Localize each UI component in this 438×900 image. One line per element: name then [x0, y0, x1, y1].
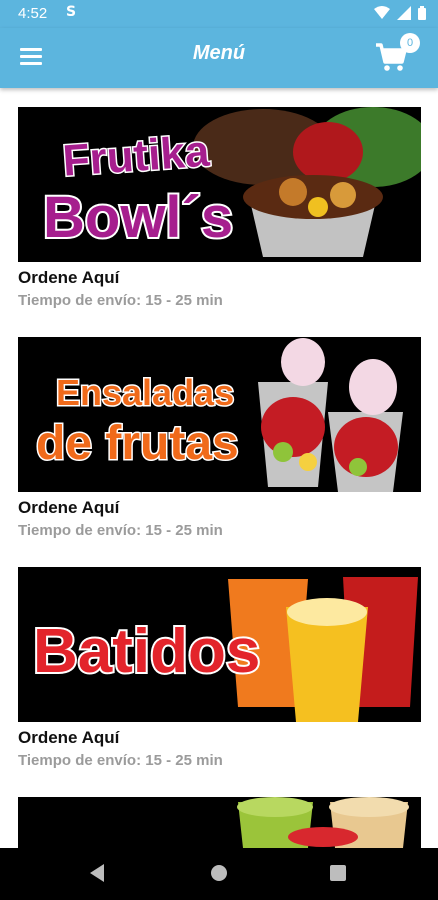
salads-title-line1: Ensaladas: [56, 372, 234, 413]
banner-bowls[interactable]: Frutika Bowl´s: [18, 107, 421, 262]
system-navigation-bar: [0, 848, 438, 900]
item-delivery-time: Tiempo de envío: 15 - 25 min: [18, 752, 223, 769]
recent-apps-icon[interactable]: [330, 865, 346, 881]
item-delivery-time: Tiempo de envío: 15 - 25 min: [18, 292, 223, 309]
status-time: 4:52: [18, 5, 48, 22]
home-icon[interactable]: [211, 865, 227, 881]
page-title: Menú: [192, 42, 246, 64]
status-bar: 4:52 S: [0, 0, 438, 28]
back-icon[interactable]: [90, 864, 104, 882]
salads-title-line2: de frutas: [36, 417, 239, 470]
salads-banner-graphic: Ensaladas de frutas: [35, 338, 403, 492]
bowls-banner-graphic: Frutika Bowl´s: [41, 107, 421, 257]
item-title: Ordene Aquí: [18, 728, 120, 747]
app-bar: Menú 0: [0, 28, 438, 88]
wifi-icon: [374, 6, 390, 19]
banner-batidos[interactable]: Batidos: [18, 567, 421, 722]
batidos-title: Batidos: [33, 617, 260, 686]
banner-salads[interactable]: Ensaladas de frutas: [18, 337, 421, 492]
notification-s-icon: S: [66, 4, 77, 20]
bowls-title-line2: Bowl´s: [43, 185, 233, 250]
bowls-title-line1: Frutika: [61, 127, 211, 186]
item-title: Ordene Aquí: [18, 268, 120, 287]
item-title: Ordene Aquí: [18, 498, 120, 517]
battery-icon: [418, 6, 426, 20]
batidos-banner-graphic: Batidos: [31, 577, 418, 722]
menu-item-salads[interactable]: Ensaladas de frutas Ordene Aquí Tiempo d…: [18, 337, 421, 539]
signal-icon: [397, 6, 411, 20]
menu-item-bowls[interactable]: Frutika Bowl´s Ordene Aquí Tiempo de env…: [18, 107, 421, 309]
menu-item-batidos[interactable]: Batidos Ordene Aquí Tiempo de envío: 15 …: [18, 567, 421, 769]
cart-count-badge: 0: [400, 33, 420, 53]
banner-partial[interactable]: [18, 797, 421, 848]
partial-banner-graphic: [237, 797, 409, 848]
item-delivery-time: Tiempo de envío: 15 - 25 min: [18, 522, 223, 539]
menu-item-partial[interactable]: [18, 797, 421, 848]
